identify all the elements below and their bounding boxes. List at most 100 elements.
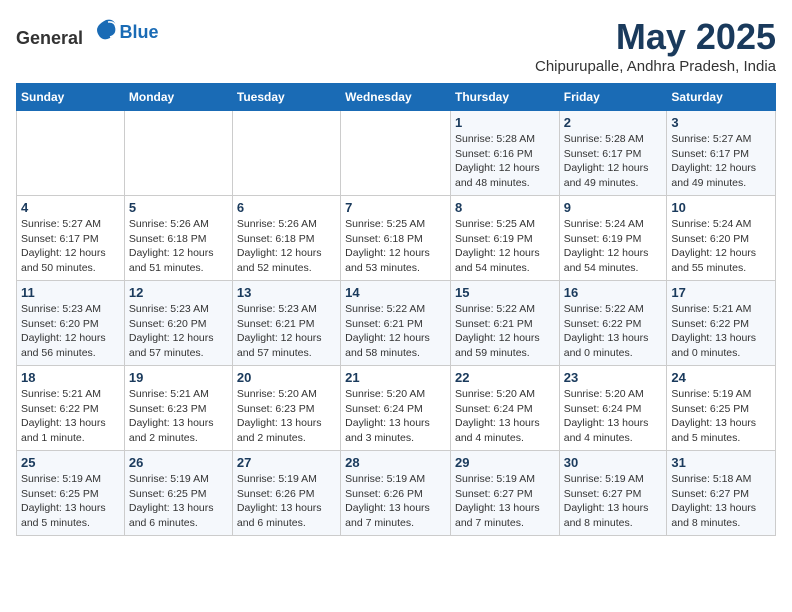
day-cell bbox=[17, 111, 125, 196]
day-cell: 9Sunrise: 5:24 AM Sunset: 6:19 PM Daylig… bbox=[559, 196, 667, 281]
day-cell bbox=[341, 111, 451, 196]
day-cell: 15 Sunrise: 5:22 AM Sunset: 6:21 PM Dayli… bbox=[450, 281, 559, 366]
day-number: 21 bbox=[345, 370, 446, 385]
day-cell: 20 Sunrise: 5:20 AM Sunset: 6:23 PM Dayli… bbox=[232, 366, 340, 451]
day-number: 10 bbox=[671, 200, 771, 215]
weekday-header-thursday: Thursday bbox=[450, 84, 559, 111]
day-cell: 8 Sunrise: 5:25 AM Sunset: 6:19 PM Daylig… bbox=[450, 196, 559, 281]
day-number: 30 bbox=[564, 455, 663, 470]
day-number: 28 bbox=[345, 455, 446, 470]
weekday-header-saturday: Saturday bbox=[667, 84, 776, 111]
calendar-table: SundayMondayTuesdayWednesdayThursdayFrid… bbox=[16, 83, 776, 536]
day-info: Sunrise: 5:28 AM Sunset: 6:17 PM Dayligh… bbox=[564, 132, 663, 191]
weekday-header-friday: Friday bbox=[559, 84, 667, 111]
day-number: 4 bbox=[21, 200, 120, 215]
day-info: Sunrise: 5:19 AM Sunset: 6:25 PM Dayligh… bbox=[129, 472, 228, 531]
logo-text-blue: Blue bbox=[120, 22, 159, 42]
week-row-4: 18 Sunrise: 5:21 AM Sunset: 6:22 PM Dayli… bbox=[17, 366, 776, 451]
weekday-header-sunday: Sunday bbox=[17, 84, 125, 111]
day-info: Sunrise: 5:20 AM Sunset: 6:23 PM Dayligh… bbox=[237, 387, 336, 446]
day-info: Sunrise: 5:24 AM Sunset: 6:20 PM Dayligh… bbox=[671, 217, 771, 276]
day-cell: 19 Sunrise: 5:21 AM Sunset: 6:23 PM Dayli… bbox=[124, 366, 232, 451]
day-cell: 16 Sunrise: 5:22 AM Sunset: 6:22 PM Dayli… bbox=[559, 281, 667, 366]
page-header: General Blue May 2025 Chipurupalle, Andh… bbox=[16, 16, 776, 75]
day-number: 29 bbox=[455, 455, 555, 470]
month-title: May 2025 bbox=[535, 16, 776, 58]
day-info: Sunrise: 5:19 AM Sunset: 6:26 PM Dayligh… bbox=[345, 472, 446, 531]
day-info: Sunrise: 5:19 AM Sunset: 6:25 PM Dayligh… bbox=[671, 387, 771, 446]
day-number: 16 bbox=[564, 285, 663, 300]
day-number: 15 bbox=[455, 285, 555, 300]
day-cell: 26 Sunrise: 5:19 AM Sunset: 6:25 PM Dayli… bbox=[124, 451, 232, 536]
day-number: 25 bbox=[21, 455, 120, 470]
day-info: Sunrise: 5:25 AM Sunset: 6:19 PM Dayligh… bbox=[455, 217, 555, 276]
day-cell: 23Sunrise: 5:20 AM Sunset: 6:24 PM Dayli… bbox=[559, 366, 667, 451]
day-cell: 13Sunrise: 5:23 AM Sunset: 6:21 PM Dayli… bbox=[232, 281, 340, 366]
week-row-2: 4Sunrise: 5:27 AM Sunset: 6:17 PM Daylig… bbox=[17, 196, 776, 281]
day-info: Sunrise: 5:19 AM Sunset: 6:27 PM Dayligh… bbox=[455, 472, 555, 531]
day-info: Sunrise: 5:21 AM Sunset: 6:23 PM Dayligh… bbox=[129, 387, 228, 446]
day-info: Sunrise: 5:28 AM Sunset: 6:16 PM Dayligh… bbox=[455, 132, 555, 191]
day-cell: 21Sunrise: 5:20 AM Sunset: 6:24 PM Dayli… bbox=[341, 366, 451, 451]
day-cell: 12Sunrise: 5:23 AM Sunset: 6:20 PM Dayli… bbox=[124, 281, 232, 366]
day-number: 27 bbox=[237, 455, 336, 470]
day-number: 2 bbox=[564, 115, 663, 130]
day-number: 20 bbox=[237, 370, 336, 385]
day-info: Sunrise: 5:26 AM Sunset: 6:18 PM Dayligh… bbox=[237, 217, 336, 276]
day-number: 5 bbox=[129, 200, 228, 215]
day-cell bbox=[124, 111, 232, 196]
day-number: 19 bbox=[129, 370, 228, 385]
day-number: 1 bbox=[455, 115, 555, 130]
title-area: May 2025 Chipurupalle, Andhra Pradesh, I… bbox=[535, 16, 776, 75]
day-cell: 28 Sunrise: 5:19 AM Sunset: 6:26 PM Dayli… bbox=[341, 451, 451, 536]
day-info: Sunrise: 5:26 AM Sunset: 6:18 PM Dayligh… bbox=[129, 217, 228, 276]
day-cell: 18 Sunrise: 5:21 AM Sunset: 6:22 PM Dayli… bbox=[17, 366, 125, 451]
day-cell: 4Sunrise: 5:27 AM Sunset: 6:17 PM Daylig… bbox=[17, 196, 125, 281]
day-number: 18 bbox=[21, 370, 120, 385]
week-row-3: 11Sunrise: 5:23 AM Sunset: 6:20 PM Dayli… bbox=[17, 281, 776, 366]
day-number: 22 bbox=[455, 370, 555, 385]
day-number: 31 bbox=[671, 455, 771, 470]
day-cell: 11Sunrise: 5:23 AM Sunset: 6:20 PM Dayli… bbox=[17, 281, 125, 366]
logo-text-general: General bbox=[16, 28, 83, 48]
day-cell: 7 Sunrise: 5:25 AM Sunset: 6:18 PM Daylig… bbox=[341, 196, 451, 281]
week-row-1: 1 Sunrise: 5:28 AM Sunset: 6:16 PM Daylig… bbox=[17, 111, 776, 196]
day-number: 6 bbox=[237, 200, 336, 215]
day-info: Sunrise: 5:27 AM Sunset: 6:17 PM Dayligh… bbox=[671, 132, 771, 191]
day-cell: 22 Sunrise: 5:20 AM Sunset: 6:24 PM Dayli… bbox=[450, 366, 559, 451]
day-info: Sunrise: 5:19 AM Sunset: 6:25 PM Dayligh… bbox=[21, 472, 120, 531]
day-cell: 29 Sunrise: 5:19 AM Sunset: 6:27 PM Dayli… bbox=[450, 451, 559, 536]
day-info: Sunrise: 5:22 AM Sunset: 6:22 PM Dayligh… bbox=[564, 302, 663, 361]
day-cell: 27 Sunrise: 5:19 AM Sunset: 6:26 PM Dayli… bbox=[232, 451, 340, 536]
weekday-header-tuesday: Tuesday bbox=[232, 84, 340, 111]
day-number: 14 bbox=[345, 285, 446, 300]
day-cell: 1 Sunrise: 5:28 AM Sunset: 6:16 PM Daylig… bbox=[450, 111, 559, 196]
day-cell: 24 Sunrise: 5:19 AM Sunset: 6:25 PM Dayli… bbox=[667, 366, 776, 451]
day-number: 24 bbox=[671, 370, 771, 385]
day-number: 12 bbox=[129, 285, 228, 300]
day-cell bbox=[232, 111, 340, 196]
location-title: Chipurupalle, Andhra Pradesh, India bbox=[535, 58, 776, 75]
day-number: 9 bbox=[564, 200, 663, 215]
day-cell: 5 Sunrise: 5:26 AM Sunset: 6:18 PM Daylig… bbox=[124, 196, 232, 281]
day-info: Sunrise: 5:19 AM Sunset: 6:26 PM Dayligh… bbox=[237, 472, 336, 531]
day-info: Sunrise: 5:20 AM Sunset: 6:24 PM Dayligh… bbox=[455, 387, 555, 446]
day-info: Sunrise: 5:22 AM Sunset: 6:21 PM Dayligh… bbox=[455, 302, 555, 361]
day-cell: 17Sunrise: 5:21 AM Sunset: 6:22 PM Dayli… bbox=[667, 281, 776, 366]
day-number: 17 bbox=[671, 285, 771, 300]
day-cell: 30 Sunrise: 5:19 AM Sunset: 6:27 PM Dayli… bbox=[559, 451, 667, 536]
day-cell: 2 Sunrise: 5:28 AM Sunset: 6:17 PM Daylig… bbox=[559, 111, 667, 196]
day-info: Sunrise: 5:23 AM Sunset: 6:20 PM Dayligh… bbox=[21, 302, 120, 361]
weekday-header-wednesday: Wednesday bbox=[341, 84, 451, 111]
weekday-header-row: SundayMondayTuesdayWednesdayThursdayFrid… bbox=[17, 84, 776, 111]
day-info: Sunrise: 5:25 AM Sunset: 6:18 PM Dayligh… bbox=[345, 217, 446, 276]
day-number: 7 bbox=[345, 200, 446, 215]
weekday-header-monday: Monday bbox=[124, 84, 232, 111]
day-info: Sunrise: 5:21 AM Sunset: 6:22 PM Dayligh… bbox=[21, 387, 120, 446]
day-cell: 14Sunrise: 5:22 AM Sunset: 6:21 PM Dayli… bbox=[341, 281, 451, 366]
day-number: 8 bbox=[455, 200, 555, 215]
day-number: 23 bbox=[564, 370, 663, 385]
logo-icon bbox=[92, 16, 120, 44]
day-info: Sunrise: 5:19 AM Sunset: 6:27 PM Dayligh… bbox=[564, 472, 663, 531]
day-number: 26 bbox=[129, 455, 228, 470]
